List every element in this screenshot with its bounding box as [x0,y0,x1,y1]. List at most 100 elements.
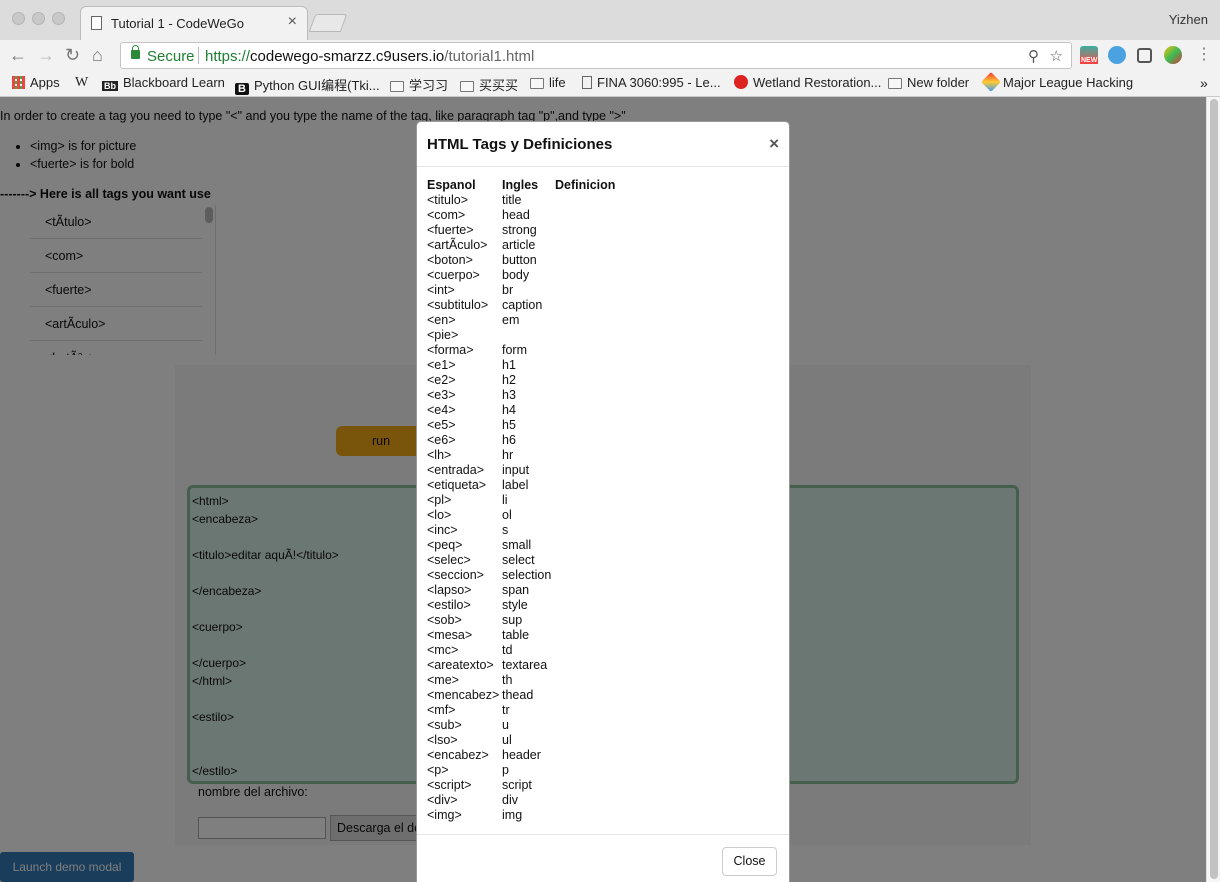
cell-definicion [555,523,615,538]
cell-espanol: <artÃculo> [427,238,488,252]
bookmarks-overflow-icon[interactable]: » [1200,75,1208,91]
cell-definicion [555,478,615,493]
modal-body: Espanol Ingles Definicion <titulo> title <… [427,178,615,823]
cell-espanol: <sob> [427,613,462,627]
minimize-window-button[interactable] [32,12,45,25]
bookmark-mlh[interactable]: Major League Hacking [981,72,1133,92]
cell-ingles [502,328,555,343]
new-tab-button[interactable] [308,14,348,32]
cell-ingles: thead [502,688,534,702]
cell-espanol: <lo> [427,508,452,522]
cell-definicion [555,193,615,208]
cell-definicion [555,253,615,268]
page-content: In order to create a tag you need to typ… [0,97,1206,882]
bookmark-new-folder[interactable]: New folder [888,75,969,90]
cell-espanol: <img> [427,808,462,822]
star-icon[interactable]: ☆ [1050,47,1063,65]
extension-pinwheel-icon[interactable] [1108,46,1126,64]
cell-espanol: <estilo> [427,598,471,612]
bookmark-wetland[interactable]: Wetland Restoration... [734,75,881,90]
profile-name[interactable]: Yizhen [1169,12,1208,27]
cell-definicion [555,568,615,583]
cell-ingles: style [502,598,528,612]
cell-definicion [555,553,615,568]
cell-espanol: <mesa> [427,628,473,642]
modal-footer: Close [417,834,789,882]
page-scrollbar[interactable] [1206,97,1220,882]
table-row: <pie> [427,328,615,343]
table-row: <etiqueta> label [427,478,615,493]
cell-espanol: <com> [427,208,466,222]
bookmark-folder-life[interactable]: life [530,75,566,90]
bookmark-wetland-label: Wetland Restoration... [753,75,882,90]
cell-espanol: <forma> [427,343,474,357]
table-row: <mesa> table [427,628,615,643]
cell-espanol: <titulo> [427,193,469,207]
cell-espanol: <areatexto> [427,658,494,672]
bookmark-folder-shopping[interactable]: 买买买 [460,75,518,94]
cell-definicion [555,643,615,658]
table-row: <img> img [427,808,615,823]
table-row: <estilo> style [427,598,615,613]
table-row: <areatexto> textarea [427,658,615,673]
cell-espanol: <mencabez> [427,688,500,702]
cell-definicion [555,463,615,478]
cell-espanol: <lso> [427,733,458,747]
cell-espanol: <pl> [427,493,452,507]
blackboard-icon: Bb [102,81,118,91]
secure-label: Secure [147,48,195,65]
cell-definicion [555,208,615,223]
table-row: <entrada> input [427,463,615,478]
close-window-button[interactable] [12,12,25,25]
address-bar[interactable]: Secure https://codewego-smarzz.c9users.i… [120,42,1072,69]
cell-espanol: <sub> [427,718,462,732]
cell-ingles: script [502,778,532,792]
bookmark-fina[interactable]: FINA 3060:995 - Le... [582,75,721,90]
table-row: <pl> li [427,493,615,508]
new-badge: NEW [1080,57,1099,64]
close-button[interactable]: Close [722,847,777,876]
cell-ingles: tr [502,703,510,717]
bookmark-wikipedia[interactable]: W [75,75,88,91]
table-row: <lo> ol [427,508,615,523]
bookmark-blackboard[interactable]: Bb Blackboard Learn [102,75,225,91]
cell-definicion [555,493,615,508]
extension-cube-icon[interactable] [1137,48,1152,63]
cell-definicion [555,613,615,628]
cell-definicion [555,343,615,358]
table-row: <peq> small [427,538,615,553]
cell-ingles: th [502,673,513,687]
bookmark-apps[interactable]: Apps [12,75,60,90]
bookmark-folder-study[interactable]: 学习习 [390,75,448,94]
modal-close-icon[interactable]: × [769,134,779,154]
cell-ingles: title [502,193,522,207]
back-icon[interactable]: ← [9,45,27,66]
cell-ingles: textarea [502,658,548,672]
tab-tutorial[interactable]: Tutorial 1 - CodeWeGo × [80,6,308,40]
table-row: <com> head [427,208,615,223]
zoom-icon[interactable]: ⚲ [1028,47,1039,65]
reload-icon[interactable]: ↻ [65,45,80,66]
cell-ingles: input [502,463,530,477]
extension-color-icon[interactable] [1164,46,1182,64]
page-scrollbar-thumb[interactable] [1210,99,1218,879]
home-icon[interactable]: ⌂ [92,45,103,66]
cell-ingles: button [502,253,537,267]
cell-ingles: small [502,538,532,552]
bookmark-python[interactable]: B Python GUI编程(Tki... [235,75,380,95]
cell-ingles: label [502,478,529,492]
menu-icon[interactable]: ⋮ [1196,44,1212,64]
forward-icon[interactable]: → [37,45,55,66]
maximize-window-button[interactable] [52,12,65,25]
cell-ingles: li [502,493,508,507]
modal-title: HTML Tags y Definiciones [427,136,613,153]
table-row: <e2> h2 [427,373,615,388]
table-row: <mc> td [427,643,615,658]
extension-new-icon[interactable]: NEW [1080,46,1099,64]
table-row: <encabez> header [427,748,615,763]
cell-ingles: table [502,628,530,642]
tab-close-icon[interactable]: × [288,13,297,31]
cell-ingles: em [502,313,520,327]
bookmark-folder-shopping-label: 买买买 [479,78,519,93]
page-icon [91,16,102,30]
